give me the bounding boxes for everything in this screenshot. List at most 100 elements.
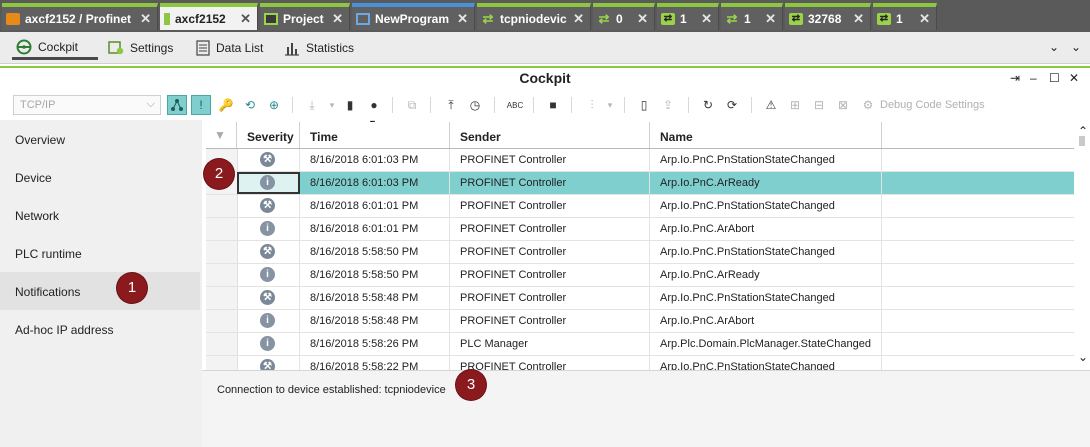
nav-item-network[interactable]: Network [0,196,200,234]
column-header-sender[interactable]: Sender [450,122,650,148]
table-row[interactable]: i 8/16/2018 5:58:50 PM PROFINET Controller… [206,264,1074,287]
row-header[interactable] [206,356,238,370]
globe-icon[interactable]: ● [364,95,384,115]
severity-cell[interactable]: i [237,172,300,194]
severity-cell[interactable]: i [237,264,300,286]
time-cell[interactable]: 8/16/2018 5:58:50 PM [300,264,450,286]
severity-cell[interactable]: ⚒ [237,149,300,171]
name-cell[interactable]: Arp.Io.PnC.ArReady [650,264,882,286]
severity-cell[interactable]: i [237,333,300,355]
time-cell[interactable]: 8/16/2018 6:01:03 PM [300,149,450,171]
upload-icon[interactable]: ⤒ [441,95,461,115]
close-icon[interactable]: ✕ [913,12,930,25]
dropdown-arrow-icon[interactable]: ▾ [600,95,620,115]
tab-1-b[interactable]: ⇄ 1 ✕ [721,3,783,30]
close-icon[interactable]: ✕ [759,12,776,25]
time-cell[interactable]: 8/16/2018 6:01:01 PM [300,218,450,240]
code-add-icon[interactable]: ⊞ [785,95,805,115]
sender-cell[interactable]: PROFINET Controller [450,264,650,286]
scroll-up-icon[interactable]: ⌃ [1078,125,1088,137]
memory-card-icon[interactable]: ▮ [340,95,360,115]
code-insert-icon[interactable]: ⊠ [833,95,853,115]
tab-axcf2152-profinet[interactable]: axcf2152 / Profinet ✕ [2,3,158,30]
subtab-settings[interactable]: Settings [104,36,184,60]
close-icon[interactable]: ✕ [134,12,151,25]
time-cell[interactable]: 8/16/2018 6:01:03 PM [300,172,450,194]
severity-cell[interactable]: i [237,310,300,332]
tab-newprogram[interactable]: NewProgram ✕ [352,3,475,30]
nav-item-plc-runtime[interactable]: PLC runtime [0,234,200,272]
device-link-icon[interactable]: ⊕ [264,95,284,115]
row-header[interactable] [206,287,238,309]
severity-cell[interactable]: ⚒ [237,287,300,309]
row-header[interactable] [206,241,238,263]
table-row[interactable]: i 8/16/2018 6:01:01 PM PROFINET Controller… [206,218,1074,241]
stop-icon[interactable]: ■ [543,95,563,115]
table-row[interactable]: ⚒ 8/16/2018 6:01:03 PM PROFINET Controller… [206,149,1074,172]
clock-icon[interactable]: ◷ [465,95,485,115]
name-cell[interactable]: Arp.Io.PnC.PnStationStateChanged [650,356,882,370]
subtab-data-list[interactable]: Data List [192,36,272,60]
name-cell[interactable]: Arp.Io.PnC.PnStationStateChanged [650,241,882,263]
tab-1-a[interactable]: ⇄ 1 ✕ [657,3,719,30]
name-cell[interactable]: Arp.Plc.Domain.PlcManager.StateChanged [650,333,882,355]
sender-cell[interactable]: PROFINET Controller [450,195,650,217]
row-header[interactable] [206,218,238,240]
copy-icon[interactable]: ⧉ [402,95,422,115]
name-cell[interactable]: Arp.Io.PnC.PnStationStateChanged [650,195,882,217]
minimize-icon[interactable]: – [1030,71,1037,85]
code-remove-icon[interactable]: ⊟ [809,95,829,115]
connection-type-select[interactable]: TCP/IP ⌵ [13,95,161,115]
dropdown-arrow-icon[interactable]: ▾ [322,95,342,115]
debug-code-settings-button[interactable]: Debug Code Settings [880,99,985,111]
sender-cell[interactable]: PROFINET Controller [450,287,650,309]
nav-item-device[interactable]: Device [0,158,200,196]
reset-icon[interactable]: ⟳ [722,95,742,115]
close-icon[interactable]: ✕ [567,12,584,25]
time-cell[interactable]: 8/16/2018 5:58:48 PM [300,287,450,309]
filter-icon[interactable]: ▼ [206,122,237,148]
nav-item-overview[interactable]: Overview [0,120,200,158]
table-row[interactable]: ⚒ 8/16/2018 6:01:01 PM PROFINET Controller… [206,195,1074,218]
table-row[interactable]: ⚒ 8/16/2018 5:58:50 PM PROFINET Controller… [206,241,1074,264]
close-icon[interactable]: ✕ [1069,71,1079,85]
subtab-cockpit[interactable]: Cockpit [12,36,98,60]
table-row[interactable]: i 8/16/2018 5:58:48 PM PROFINET Controller… [206,310,1074,333]
row-header[interactable] [206,264,238,286]
warning-icon[interactable]: ! [191,95,211,115]
nav-item-adhoc-ip-address[interactable]: Ad-hoc IP address [0,310,200,348]
nav-item-notifications[interactable]: Notifications [0,272,200,310]
tab-tcpniodevice[interactable]: ⇄ tcpniodevice ✕ [477,3,591,30]
tab-32768[interactable]: ⇄ 32768 ✕ [785,3,871,30]
row-header[interactable] [206,195,238,217]
time-cell[interactable]: 8/16/2018 5:58:26 PM [300,333,450,355]
severity-cell[interactable]: ⚒ [237,356,300,370]
table-row[interactable]: i 8/16/2018 5:58:26 PM PLC Manager Arp.Plc.… [206,333,1074,356]
name-cell[interactable]: Arp.Io.PnC.PnStationStateChanged [650,149,882,171]
sender-cell[interactable]: PROFINET Controller [450,218,650,240]
time-cell[interactable]: 8/16/2018 5:58:22 PM [300,356,450,370]
sender-cell[interactable]: PROFINET Controller [450,172,650,194]
close-icon[interactable]: ✕ [847,12,864,25]
name-cell[interactable]: Arp.Io.PnC.ArAbort [650,218,882,240]
time-cell[interactable]: 8/16/2018 5:58:50 PM [300,241,450,263]
tab-0[interactable]: ⇄ 0 ✕ [593,3,655,30]
sd-card-icon[interactable]: ▯ [634,95,654,115]
time-cell[interactable]: 8/16/2018 6:01:01 PM [300,195,450,217]
refresh-icon[interactable]: ↻ [698,95,718,115]
sender-cell[interactable]: PROFINET Controller [450,241,650,263]
name-cell[interactable]: Arp.Io.PnC.ArAbort [650,310,882,332]
close-icon[interactable]: ✕ [326,12,343,25]
thermometer-icon[interactable]: ⫶ [582,95,602,115]
column-header-severity[interactable]: Severity [237,122,300,148]
column-header-time[interactable]: Time [300,122,450,148]
close-icon[interactable]: ✕ [695,12,712,25]
name-cell[interactable]: Arp.Io.PnC.PnStationStateChanged [650,287,882,309]
close-icon[interactable]: ✕ [234,12,251,25]
severity-cell[interactable]: ⚒ [237,241,300,263]
grid-scrollbar[interactable]: ⌃ ⌄ [1076,122,1090,370]
row-header[interactable] [206,310,238,332]
sender-cell[interactable]: PROFINET Controller [450,356,650,370]
key-icon[interactable]: 🔑 [216,95,236,115]
gear-icon[interactable]: ⚙ [858,95,878,115]
